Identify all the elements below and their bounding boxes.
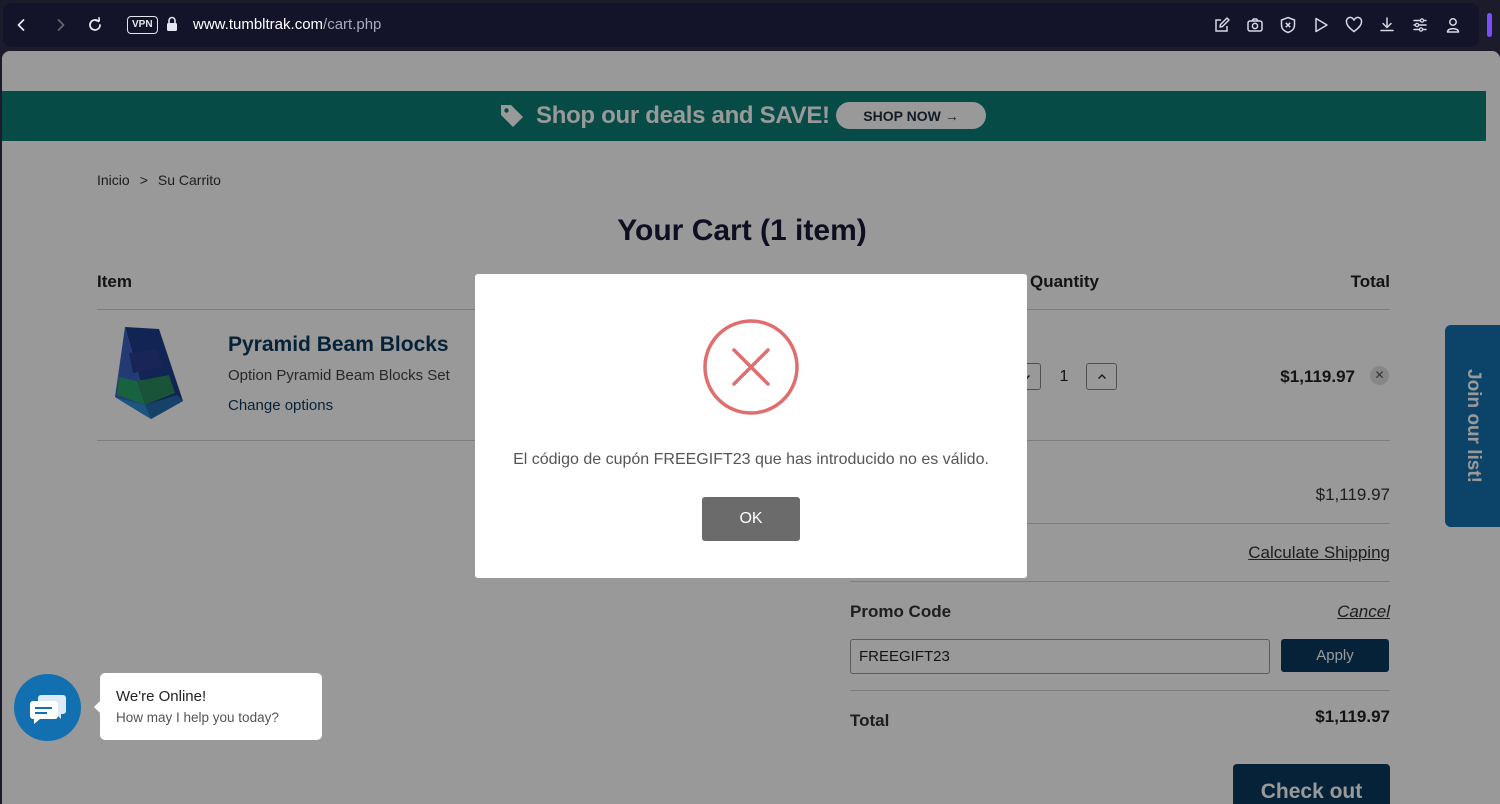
url-path: /cart.php [323,16,382,33]
vpn-badge[interactable]: VPN [127,16,158,34]
sidebar-accent [1487,13,1492,37]
chat-launcher-button[interactable] [14,674,81,741]
browser-toolbar: VPN www.tumbltrak.com/cart.php [0,0,1500,50]
lock-icon [167,16,177,31]
chat-greeting-bubble[interactable]: We're Online! How may I help you today? [94,673,322,740]
shield-x-icon[interactable] [1279,16,1297,34]
error-dialog: El código de cupón FREEGIFT23 que has in… [475,274,1027,578]
heart-icon[interactable] [1345,16,1363,34]
chat-title: We're Online! [116,688,207,705]
chat-bubbles-icon [29,694,66,724]
web-page: Shop our deals and SAVE! SHOP NOW → Inic… [2,51,1500,804]
back-icon[interactable] [6,0,36,50]
edit-icon[interactable] [1213,16,1231,34]
menu-lines-icon[interactable] [1411,16,1429,34]
error-x-circle-icon [703,319,799,415]
ok-button[interactable]: OK [702,497,800,541]
reload-icon[interactable] [80,0,110,50]
download-icon[interactable] [1378,16,1396,34]
account-icon[interactable] [1444,16,1462,34]
camera-icon[interactable] [1246,16,1264,34]
chat-subtitle: How may I help you today? [116,710,279,725]
play-icon[interactable] [1312,16,1330,34]
forward-icon[interactable] [46,0,76,50]
url-domain: www.tumbltrak.com [193,16,324,33]
error-message: El código de cupón FREEGIFT23 que has in… [513,451,989,468]
url-text[interactable]: www.tumbltrak.com/cart.php [193,16,381,33]
